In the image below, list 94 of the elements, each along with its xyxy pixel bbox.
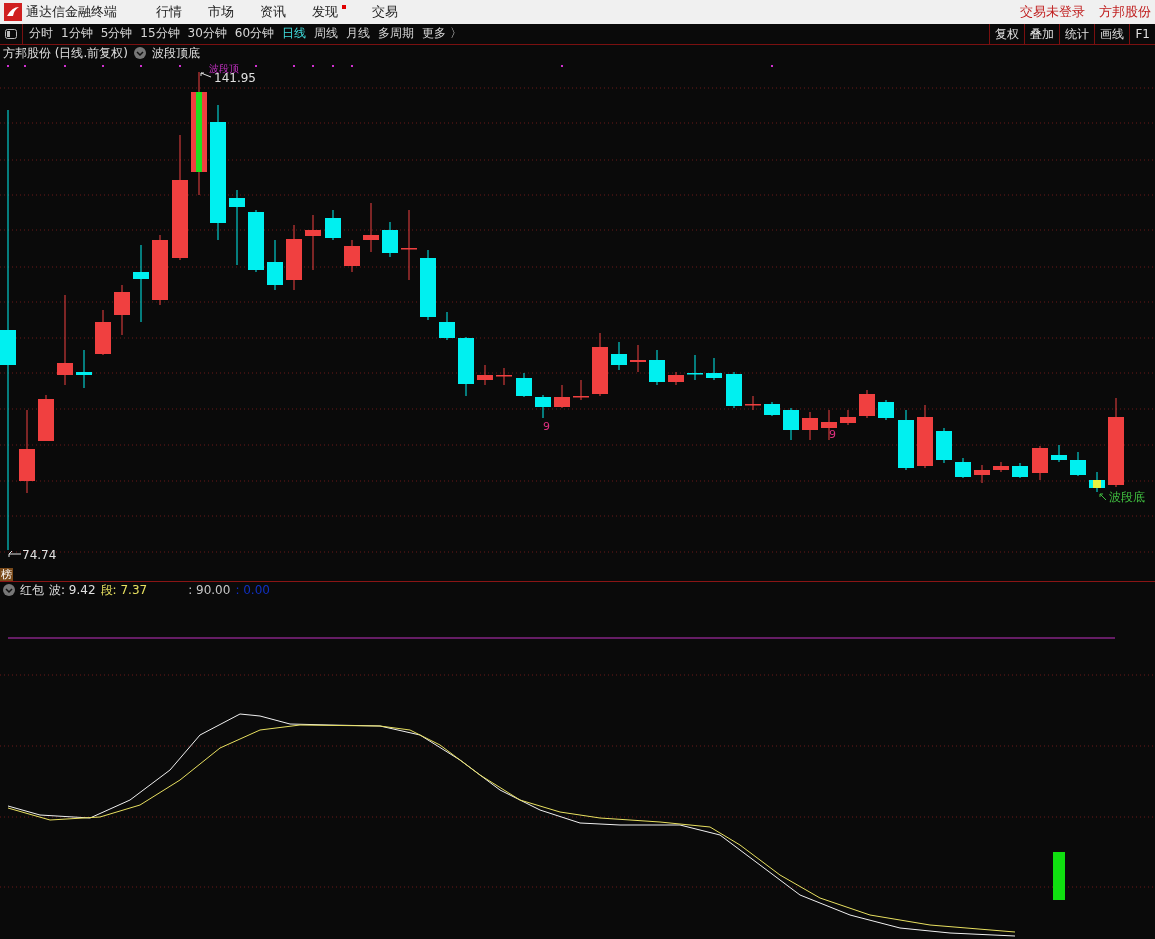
- stock-title: 方邦股份 (日线.前复权): [3, 44, 128, 62]
- candlestick: [248, 209, 264, 273]
- toolbar-button[interactable]: 复权: [989, 23, 1025, 44]
- candlestick: [325, 209, 341, 241]
- count-label: 9: [543, 420, 550, 434]
- candlestick: [573, 379, 589, 401]
- indicator-name[interactable]: 波段顶底: [152, 44, 200, 62]
- app-logo-icon: [4, 2, 22, 21]
- candlestick: [38, 394, 54, 442]
- candlestick: [706, 357, 722, 381]
- signal-bar: [1053, 852, 1065, 900]
- candlestick: [363, 202, 379, 253]
- toolbar-button[interactable]: 统计: [1059, 23, 1095, 44]
- candlestick: [687, 354, 703, 381]
- candlestick: [401, 209, 417, 281]
- candlestick: [1070, 451, 1086, 477]
- candlestick: [1051, 444, 1067, 463]
- account-link[interactable]: 方邦股份: [1099, 2, 1151, 21]
- candlestick: [439, 311, 455, 341]
- period-tab[interactable]: 60分钟: [230, 25, 279, 43]
- toolbar-button[interactable]: 画线: [1094, 23, 1130, 44]
- candlestick: [993, 461, 1009, 473]
- candlestick: [936, 427, 952, 464]
- period-tab[interactable]: 月线: [342, 25, 375, 43]
- candlestick: [726, 371, 742, 409]
- period-tab[interactable]: 多周期: [374, 25, 419, 43]
- arrow-icon: [200, 72, 212, 78]
- candlestick: [477, 364, 493, 386]
- candlestick: [344, 239, 360, 273]
- app-title: 通达信金融终端: [26, 2, 117, 21]
- candlestick: [267, 239, 283, 291]
- dropdown-icon[interactable]: [134, 47, 146, 60]
- dropdown-icon[interactable]: [3, 584, 15, 596]
- candlestick: [95, 309, 111, 356]
- candlestick: [668, 371, 684, 386]
- menu-item[interactable]: 市场: [208, 2, 234, 21]
- candlestick: [1012, 462, 1028, 479]
- arrow-icon: [1099, 493, 1107, 501]
- candlestick: [745, 395, 761, 411]
- candlestick: [955, 457, 971, 479]
- candlestick: [649, 349, 665, 386]
- ranking-tag[interactable]: 榜: [0, 568, 13, 581]
- period-tab[interactable]: 1分钟: [57, 25, 97, 43]
- menu-item[interactable]: 交易: [372, 2, 398, 21]
- candlestick: [878, 399, 894, 421]
- period-tab[interactable]: 周线: [310, 25, 343, 43]
- indicator-value: 段: 7.37: [100, 581, 148, 599]
- period-tab[interactable]: 15分钟: [136, 25, 184, 43]
- indicator-title[interactable]: 红包: [20, 581, 44, 599]
- trough-marker: 波段底: [1109, 490, 1145, 505]
- candlestick: [592, 332, 608, 397]
- period-tab[interactable]: 日线: [278, 25, 311, 43]
- candlestick: [152, 234, 168, 306]
- candlestick: [783, 407, 799, 441]
- candlestick: [764, 401, 780, 417]
- period-tab[interactable]: 更多 〉: [418, 25, 466, 43]
- candlestick: [859, 389, 875, 419]
- candlestick: [630, 344, 646, 373]
- toolbar-button[interactable]: 叠加: [1024, 23, 1060, 44]
- count-label: 9: [829, 428, 836, 442]
- candlestick: [821, 409, 837, 441]
- candlestick: [535, 394, 551, 419]
- menu-item[interactable]: 行情: [156, 2, 182, 21]
- low-price-label: 74.74: [22, 548, 57, 563]
- candlestick: [382, 221, 398, 258]
- candlestick: [917, 404, 933, 469]
- candlestick: [1089, 471, 1105, 493]
- candlestick: [840, 409, 856, 426]
- indicator-value: : 90.00: [188, 583, 231, 597]
- candlestick: [554, 384, 570, 409]
- menu-item[interactable]: 资讯: [260, 2, 286, 21]
- candlestick: [974, 464, 990, 484]
- candlestick: [802, 411, 818, 441]
- candlestick: [76, 349, 92, 389]
- candlestick: [611, 341, 627, 371]
- candlestick: [458, 336, 474, 397]
- candlestick: [114, 284, 130, 336]
- candlestick: [420, 249, 436, 321]
- candlestick: [898, 409, 914, 471]
- indicator-value: 波: 9.42: [49, 581, 96, 599]
- candlestick: [286, 224, 302, 291]
- period-tab[interactable]: 5分钟: [96, 25, 137, 43]
- period-tab[interactable]: 30分钟: [183, 25, 231, 43]
- panel-icon: [5, 28, 17, 39]
- period-tab[interactable]: 分时: [25, 25, 57, 43]
- candlestick: [496, 367, 512, 386]
- indicator-value: : 0.00: [235, 583, 270, 597]
- arrow-icon: [8, 550, 22, 558]
- menu-item[interactable]: 发现: [312, 2, 346, 21]
- candlestick: [516, 372, 532, 398]
- candlestick: [1032, 445, 1048, 481]
- account-link[interactable]: 交易未登录: [1020, 2, 1085, 21]
- candlestick: [305, 214, 321, 271]
- toolbar-button[interactable]: F1: [1129, 23, 1155, 44]
